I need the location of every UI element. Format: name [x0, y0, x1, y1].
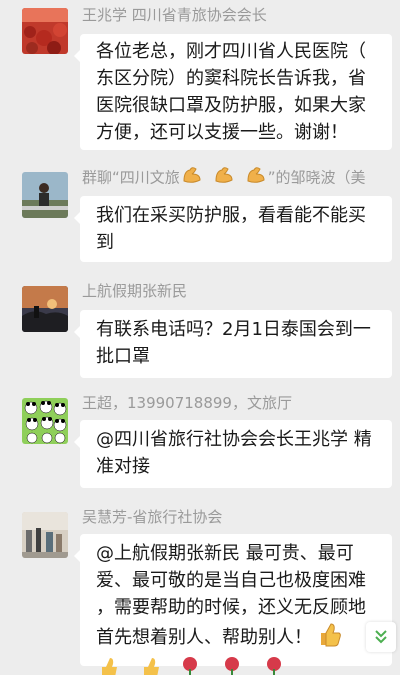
- sender-name-suffix: ”的邹晓波（美: [267, 168, 366, 187]
- flexed-biceps-icon: [180, 165, 204, 191]
- sender-name: 群聊“四川文旅 ”的邹晓波（美: [82, 165, 400, 191]
- sender-avatar-wu-huifang[interactable]: [22, 512, 68, 558]
- emoji-row: [96, 655, 378, 675]
- message-line: 批口罩: [96, 346, 150, 367]
- double-chevron-down-icon: [375, 630, 387, 644]
- panda-collage-avatar: [22, 398, 68, 444]
- message-line: 医院很缺口罩及防护服，如果大家: [96, 95, 366, 116]
- person-outdoors-avatar: [22, 172, 68, 218]
- message-bubble[interactable]: @四川省旅行社协会会长王兆学 精 准对接: [74, 420, 392, 488]
- sender-avatar-wang-chao[interactable]: [22, 398, 68, 444]
- message-bubble[interactable]: @上航假期张新民 最可贵、最可 爱、最可敬的是当自己也极度困难 ，需要帮助的时候…: [74, 534, 392, 675]
- red-flower-field-avatar: [22, 8, 68, 54]
- rose-icon: [221, 655, 243, 675]
- rose-icon: [263, 655, 285, 675]
- message-line: 准对接: [96, 456, 150, 477]
- sender-name: 上航假期张新民: [82, 282, 188, 300]
- message-line: ，需要帮助的时候，还义无反顾地: [96, 597, 366, 618]
- message-line: 首先想着别人、帮助别人！: [96, 621, 378, 655]
- thumbs-up-icon: [316, 621, 342, 655]
- sender-name: 吴慧芳-省旅行社协会: [82, 508, 223, 526]
- message-line: @上航假期张新民 最可贵、最可: [96, 543, 354, 564]
- message-bubble[interactable]: 我们在采买防护服，看看能不能买 到: [74, 196, 392, 262]
- street-photo-avatar: [22, 512, 68, 558]
- flexed-biceps-icon: [244, 165, 268, 191]
- rose-icon: [179, 655, 201, 675]
- message-line: 方便，还可以支援一些。谢谢！: [96, 122, 348, 143]
- message-line: 我们在采买防护服，看看能不能买: [96, 205, 366, 226]
- sender-avatar-zou-xiaobo[interactable]: [22, 172, 68, 218]
- message-line: 东区分院）的窦科院长告诉我，省: [96, 68, 366, 89]
- message-line: @四川省旅行社协会会长王兆学 精: [96, 429, 372, 450]
- message-bubble[interactable]: 各位老总，刚才四川省人民医院（ 东区分院）的窦科院长告诉我，省 医院很缺口罩及防…: [74, 34, 392, 150]
- message-line-text: 首先想着别人、帮助别人！: [96, 627, 312, 648]
- thumbs-up-icon: [138, 655, 160, 675]
- message-line: 爱、最可敬的是当自己也极度困难: [96, 570, 366, 591]
- sender-avatar-wang-zhaoxue[interactable]: [22, 8, 68, 54]
- sender-name-prefix: 群聊“四川文旅: [82, 168, 180, 187]
- thumbs-up-icon: [96, 655, 118, 675]
- message-line: 各位老总，刚才四川省人民医院（: [96, 41, 366, 62]
- message-line: 到: [96, 232, 114, 253]
- sender-name: 王兆学 四川省青旅协会会长: [82, 6, 267, 24]
- message-bubble[interactable]: 有联系电话吗？2月1日泰国会到一 批口罩: [74, 310, 392, 378]
- sender-name: 王超，13990718899，文旅厅: [82, 394, 292, 412]
- sunset-silhouette-avatar: [22, 286, 68, 332]
- sender-avatar-zhang-xinmin[interactable]: [22, 286, 68, 332]
- scroll-to-bottom-button[interactable]: [366, 622, 396, 652]
- flexed-biceps-icon: [212, 165, 236, 191]
- message-line: 有联系电话吗？2月1日泰国会到一: [96, 319, 371, 340]
